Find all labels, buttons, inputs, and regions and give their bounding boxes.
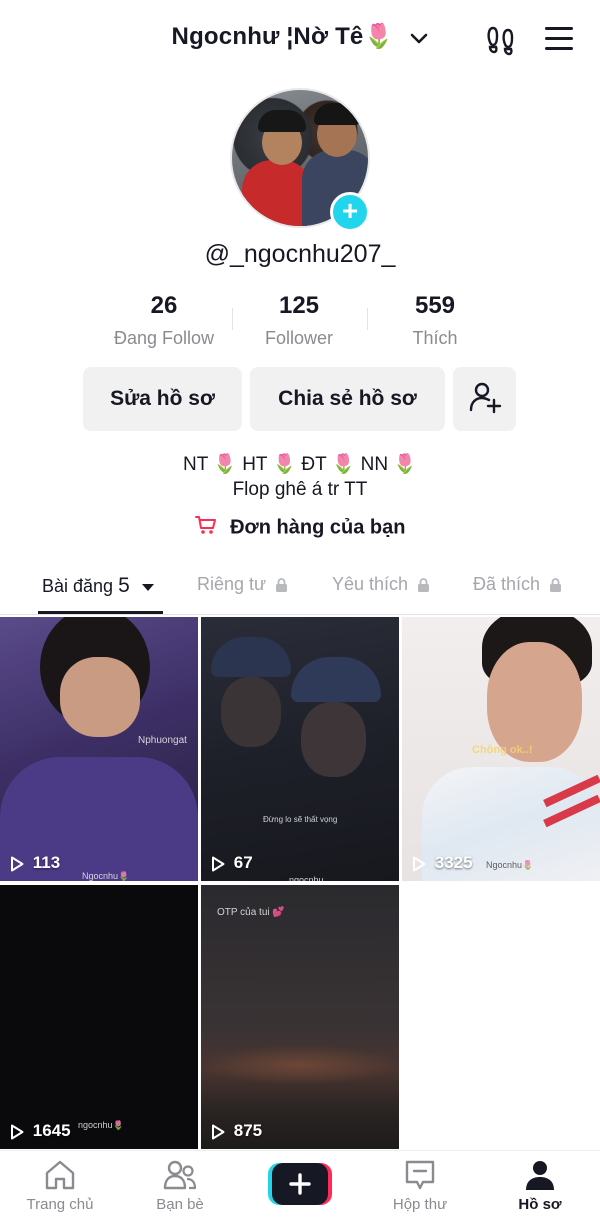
- thumbnail-figure: [201, 1045, 399, 1085]
- play-icon: [11, 856, 24, 872]
- tab-favorites[interactable]: Yêu thích: [332, 574, 430, 595]
- video-watermark: ngocnhu: [289, 875, 324, 881]
- footprints-icon[interactable]: [484, 22, 518, 56]
- tabs-divider: [0, 614, 600, 615]
- video-views: 3325: [434, 853, 473, 872]
- video-views: 67: [233, 853, 253, 872]
- video-view-count: 875: [211, 1121, 262, 1141]
- video-caption: Nphuongat: [138, 735, 187, 746]
- username: @_ngocnhu207_: [204, 240, 396, 268]
- video-caption: Chồng ok..!: [472, 744, 533, 756]
- video-view-count: 3325: [412, 853, 473, 873]
- thumbnail-figure: [211, 637, 291, 677]
- tab-posts-count: 5: [118, 574, 130, 597]
- profile-name: Ngocnhư ¦Nờ Tê🌷: [171, 23, 394, 50]
- caret-down-icon: [141, 584, 154, 591]
- video-view-count: 113: [10, 853, 60, 873]
- lock-icon: [276, 578, 288, 593]
- bio-line-1: NT 🌷 HT 🌷 ĐT 🌷 NN 🌷: [183, 454, 417, 475]
- tab-posts-label: Bài đăng: [42, 576, 114, 596]
- create-button[interactable]: [268, 1163, 332, 1205]
- shopping-cart-icon: [194, 514, 217, 542]
- home-icon: [45, 1160, 75, 1190]
- hamburger-menu-icon[interactable]: [544, 24, 574, 54]
- video-thumbnail[interactable]: Đừng lo sẽ thất vọng ngocnhu 67: [201, 617, 399, 881]
- nav-home-label: Trang chủ: [26, 1196, 94, 1213]
- video-watermark: Ngocnhu🌷: [486, 860, 534, 870]
- top-bar: Ngocnhư ¦Nờ Tê🌷: [0, 0, 600, 80]
- video-view-count: 1645: [10, 1121, 71, 1141]
- video-caption: OTP của tui 💕: [217, 907, 285, 918]
- add-friend-button[interactable]: [453, 367, 516, 431]
- bio-line-2: Flop ghê á tr TT: [232, 479, 368, 500]
- video-watermark: Ngocnhu🌷: [82, 871, 130, 881]
- nav-home[interactable]: Trang chủ: [0, 1158, 120, 1213]
- nav-profile-label: Hồ sơ: [518, 1196, 562, 1213]
- thumbnail-figure: [221, 677, 281, 747]
- add-user-icon: [469, 383, 501, 414]
- tab-posts[interactable]: Bài đăng 5: [42, 574, 155, 598]
- lock-icon: [550, 578, 562, 593]
- share-profile-button[interactable]: Chia sẻ hồ sơ: [250, 367, 445, 431]
- edit-profile-button[interactable]: Sửa hồ sơ: [83, 367, 242, 431]
- video-views: 875: [233, 1121, 263, 1140]
- nav-inbox[interactable]: Hộp thư: [360, 1158, 480, 1213]
- inbox-icon: [405, 1160, 435, 1190]
- play-icon: [11, 1124, 24, 1140]
- video-thumbnail[interactable]: Nphuongat Ngocnhu🌷 113: [0, 617, 198, 881]
- friends-icon: [163, 1160, 197, 1190]
- avatar-photo-figure: [258, 110, 306, 132]
- thumbnail-figure: [301, 702, 366, 777]
- video-view-count: 67: [211, 853, 253, 873]
- play-icon: [212, 856, 225, 872]
- stat-following[interactable]: 26 Đang Follow: [94, 292, 234, 349]
- thumbnail-figure: [291, 657, 381, 702]
- nav-inbox-label: Hộp thư: [392, 1196, 448, 1213]
- video-thumbnail[interactable]: OTP của tui 💕 875: [201, 885, 399, 1149]
- video-thumbnail[interactable]: Chồng ok..! Ngocnhu🌷 3325: [402, 617, 600, 881]
- stat-followers-value: 125: [278, 292, 320, 319]
- nav-profile[interactable]: Hồ sơ: [480, 1158, 600, 1213]
- stat-likes-value: 559: [414, 292, 456, 319]
- stat-followers-label: Follower: [264, 328, 334, 348]
- tab-favorites-label: Yêu thích: [332, 574, 409, 594]
- stat-likes[interactable]: 559 Thích: [365, 292, 505, 349]
- stat-following-value: 26: [150, 292, 178, 319]
- video-thumbnail[interactable]: ngocnhu🌷 1645: [0, 885, 198, 1149]
- tab-liked[interactable]: Đã thích: [473, 574, 562, 595]
- stat-following-label: Đang Follow: [113, 328, 215, 348]
- stat-followers[interactable]: 125 Follower: [229, 292, 369, 349]
- add-story-plus-icon[interactable]: +: [330, 192, 370, 232]
- stat-likes-label: Thích: [412, 328, 458, 348]
- avatar-photo-figure: [314, 103, 360, 125]
- play-icon: [413, 856, 426, 872]
- nav-friends[interactable]: Bạn bè: [120, 1158, 240, 1213]
- thumbnail-figure: [60, 657, 140, 737]
- tab-private[interactable]: Riêng tư: [197, 574, 288, 595]
- tab-private-label: Riêng tư: [197, 574, 267, 594]
- profile-icon: [526, 1161, 554, 1190]
- video-views: 1645: [32, 1121, 71, 1140]
- orders-label: Đơn hàng của bạn: [230, 516, 406, 539]
- video-views: 113: [32, 853, 61, 872]
- play-icon: [212, 1124, 225, 1140]
- video-watermark: ngocnhu🌷: [78, 1120, 124, 1130]
- tab-liked-label: Đã thích: [473, 574, 541, 594]
- lock-icon: [418, 578, 430, 593]
- orders-link[interactable]: Đơn hàng của bạn: [0, 514, 600, 542]
- video-caption: Đừng lo sẽ thất vọng: [263, 815, 338, 824]
- chevron-down-icon: [410, 24, 428, 52]
- nav-friends-label: Bạn bè: [156, 1196, 204, 1213]
